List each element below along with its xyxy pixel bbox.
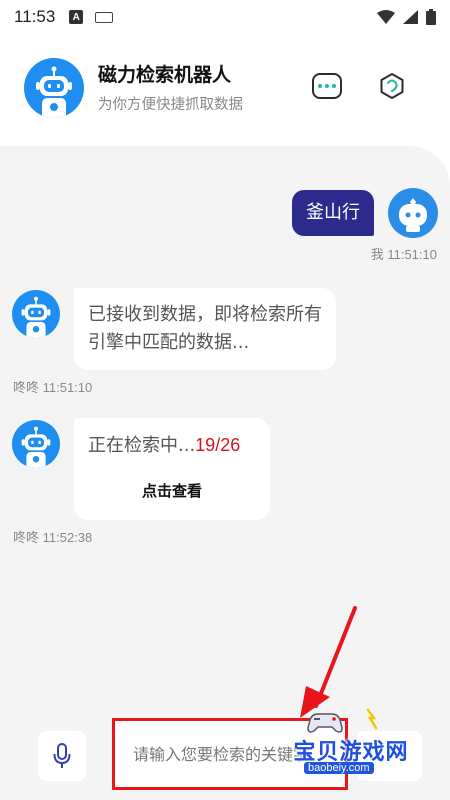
robot-icon [36,66,72,118]
message-meta: 我 11:51:10 [370,247,437,262]
gamepad-icon [307,708,378,733]
robot-icon [21,426,51,468]
bot-message-bubble: 正在检索中...19/26 点击查看 [74,418,270,520]
message-meta: 咚咚 11:52:38 [13,530,93,545]
chat-area[interactable]: 釜山行 我 11:51:10 已接收到数据，即将检索所有引擎中匹配的数据... … [0,146,450,800]
watermark: 宝贝游戏网 baobeiy.com [276,706,426,784]
message-meta: 咚咚 11:51:10 [13,380,93,395]
a-icon: A [69,10,84,24]
status-bar: 11:53 A [0,0,450,34]
watermark-url: baobeiy.com [304,762,374,774]
bot-avatar [12,290,60,338]
bot-avatar [12,420,60,468]
more-dots-icon [318,84,322,88]
robot-icon [399,196,427,232]
bot-avatar [24,58,84,118]
battery-icon [426,9,436,25]
bot-message-bubble: 已接收到数据，即将检索所有引擎中匹配的数据... [74,288,336,370]
chat-header: 磁力检索机器人 为你方便快捷抓取数据 [0,48,450,134]
status-time: 11:53 [14,7,56,26]
wifi-icon [377,10,395,24]
mic-icon [53,743,71,768]
status-icons [377,9,436,25]
bot-message-text: 已接收到数据，即将检索所有引擎中匹配的数据... [88,304,322,353]
signal-icon [403,10,418,24]
page-subtitle: 为你方便快捷抓取数据 [98,97,243,113]
robot-icon [21,296,51,338]
more-button[interactable] [312,73,342,99]
more-dot [325,84,329,88]
view-results-button[interactable]: 点击查看 [88,480,256,501]
voice-button[interactable] [38,731,86,781]
keyboard-icon [95,11,114,23]
hexagon-icon[interactable] [378,72,406,100]
user-avatar [388,188,438,238]
page-title: 磁力检索机器人 [98,64,232,86]
search-progress: 19/26 [195,435,241,455]
bot-message-text: 正在检索中...19/26 [88,431,256,460]
user-message-bubble: 釜山行 [292,190,374,236]
searching-text: 正在检索中... [88,435,196,456]
more-dot [332,84,336,88]
